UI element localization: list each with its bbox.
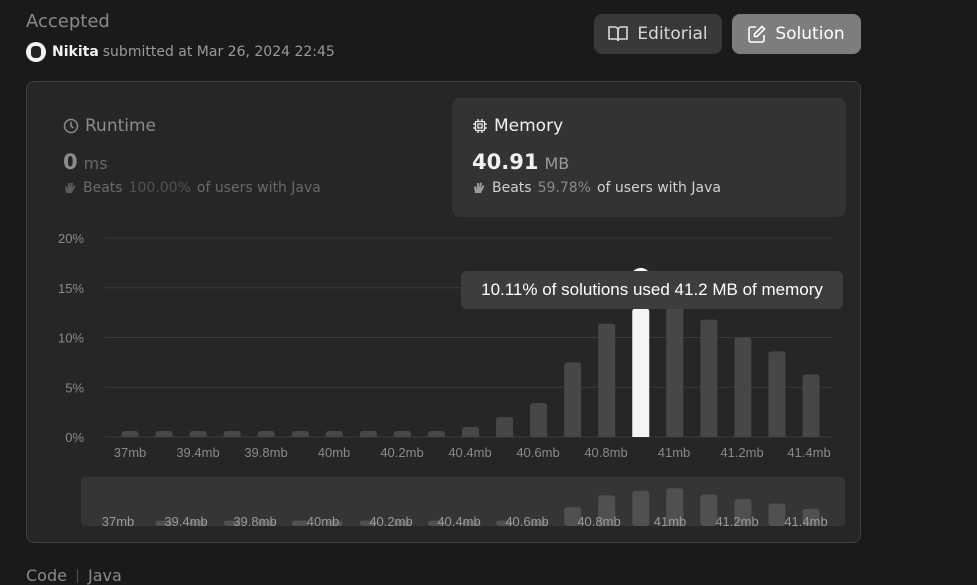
x-tick-label: 41.4mb bbox=[787, 445, 830, 460]
x-tick-label: 39.8mb bbox=[244, 445, 287, 460]
overview-bar bbox=[632, 490, 650, 526]
bar bbox=[802, 374, 820, 437]
overview-tick-label: 40.2mb bbox=[369, 514, 412, 529]
bar-highlighted bbox=[632, 308, 650, 437]
bar bbox=[121, 431, 139, 437]
bar bbox=[530, 403, 548, 437]
bar bbox=[496, 417, 514, 437]
bar bbox=[427, 431, 445, 437]
overview-tick-label: 40.4mb bbox=[437, 514, 480, 529]
bar bbox=[598, 323, 616, 437]
code-tab[interactable]: Code bbox=[26, 566, 67, 585]
overview-tick-label: 41.4mb bbox=[784, 514, 827, 529]
overview-tick-label: 37mb bbox=[102, 514, 135, 529]
overview-tick-label: 40.6mb bbox=[505, 514, 548, 529]
x-tick-label: 40.6mb bbox=[516, 445, 559, 460]
overview-tick-label: 40mb bbox=[307, 514, 340, 529]
bar bbox=[734, 337, 752, 437]
language-label: Java bbox=[87, 566, 122, 585]
y-tick-label: 0% bbox=[65, 430, 84, 445]
y-tick-label: 20% bbox=[58, 231, 84, 246]
bar bbox=[291, 431, 309, 437]
x-tick-label: 40.2mb bbox=[380, 445, 423, 460]
x-tick-label: 40.8mb bbox=[584, 445, 627, 460]
bar bbox=[325, 431, 343, 437]
bar bbox=[564, 362, 582, 437]
bar bbox=[189, 431, 207, 437]
bar bbox=[359, 431, 377, 437]
bar bbox=[666, 299, 684, 437]
y-tick-label: 10% bbox=[58, 331, 84, 346]
x-tick-label: 41mb bbox=[658, 445, 691, 460]
bar bbox=[462, 427, 479, 437]
overview-tick-label: 39.4mb bbox=[164, 514, 207, 529]
x-tick-label: 39.4mb bbox=[176, 445, 219, 460]
x-tick-label: 40mb bbox=[318, 445, 351, 460]
chart-tooltip: 10.11% of solutions used 41.2 MB of memo… bbox=[461, 271, 843, 309]
bar bbox=[155, 431, 173, 437]
overview-tick-label: 41.2mb bbox=[715, 514, 758, 529]
bar bbox=[393, 431, 411, 437]
bar bbox=[257, 431, 275, 437]
overview-tick-label: 40.8mb bbox=[577, 514, 620, 529]
x-tick-label: 40.4mb bbox=[448, 445, 491, 460]
bar bbox=[700, 319, 718, 437]
bar bbox=[768, 351, 786, 437]
overview-tick-label: 39.8mb bbox=[233, 514, 276, 529]
y-tick-label: 5% bbox=[65, 380, 84, 395]
bar bbox=[223, 431, 241, 437]
y-tick-label: 15% bbox=[58, 281, 84, 296]
x-tick-label: 37mb bbox=[114, 445, 147, 460]
overview-bar bbox=[768, 503, 786, 526]
code-footer: Code Java bbox=[26, 566, 122, 585]
x-tick-label: 41.2mb bbox=[720, 445, 763, 460]
overview-tick-label: 41mb bbox=[654, 514, 687, 529]
